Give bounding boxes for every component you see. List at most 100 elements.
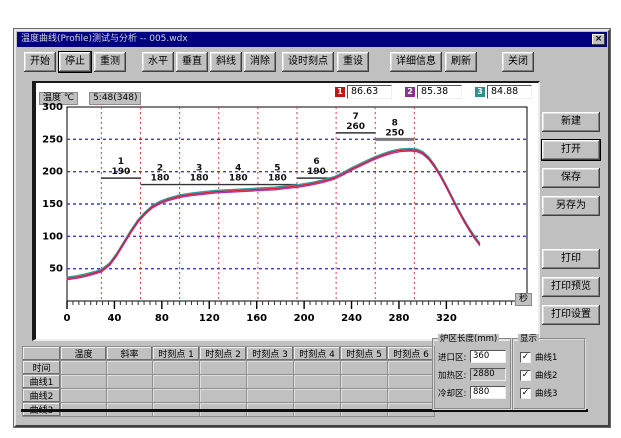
table-cell[interactable]: [388, 375, 435, 389]
title-bar[interactable]: 温度曲线(Profile)测试与分析 -- 005.wdx ×: [17, 32, 607, 47]
window-title: 温度曲线(Profile)测试与分析 -- 005.wdx: [21, 34, 188, 44]
oven-zone-length-group: 炉区长度(mm) 进口区:360加热区:2880冷却区:880: [432, 338, 512, 410]
legend-value-3: 84.88: [487, 85, 532, 99]
x-axis-unit-chip: 秒: [515, 293, 532, 306]
side-button-print-setup[interactable]: 打印设置: [542, 305, 600, 325]
oven-field-row: 进口区:360: [438, 350, 506, 363]
column-header: 斜率: [107, 347, 153, 361]
toolbar-button-refresh[interactable]: 刷新: [445, 52, 477, 72]
checkbox-1[interactable]: ✓: [520, 352, 531, 363]
legend-color-swatch-2: 2: [405, 87, 415, 97]
side-button-new[interactable]: 新建: [542, 112, 600, 132]
zone-number-1: 1: [118, 157, 124, 167]
row-label: 时间: [23, 361, 61, 375]
toolbar-button-vertical[interactable]: 垂直: [176, 52, 208, 72]
column-header: 时刻点 2: [200, 347, 247, 361]
oven-field-input[interactable]: 360: [470, 350, 506, 363]
x-tick-label-80: 80: [155, 313, 169, 324]
table-cell[interactable]: [341, 375, 388, 389]
table-cell[interactable]: [341, 389, 388, 403]
column-header: 时刻点 6: [388, 347, 435, 361]
toolbar-button-details[interactable]: 详细信息: [390, 52, 442, 72]
zone-settemp-1: 190: [112, 167, 131, 177]
toolbar-button-stop[interactable]: 停止: [59, 52, 91, 72]
table-cell[interactable]: [247, 375, 294, 389]
y-tick-label-50: 50: [49, 264, 63, 275]
table-cell[interactable]: [294, 375, 341, 389]
toolbar-button-remeasure[interactable]: 重测: [94, 52, 126, 72]
x-tick-label-320: 320: [436, 313, 457, 324]
side-button-print-preview[interactable]: 打印预览: [542, 277, 600, 297]
toolbar-button-close[interactable]: 关闭: [502, 52, 534, 72]
toolbar-button-horizontal[interactable]: 水平: [142, 52, 174, 72]
toolbar-button-set-timepoints[interactable]: 设时刻点: [282, 52, 334, 72]
table-cell[interactable]: [388, 361, 435, 375]
table-row: 曲线1: [23, 375, 435, 389]
legend-value-1: 86.63: [347, 85, 392, 99]
checkbox-3[interactable]: ✓: [520, 388, 531, 399]
legend-color-swatch-3: 3: [475, 87, 485, 97]
table-cell[interactable]: [153, 375, 200, 389]
close-icon[interactable]: ×: [592, 34, 605, 45]
oven-group-title: 炉区长度(mm): [438, 334, 499, 344]
y-tick-label-100: 100: [42, 231, 63, 242]
x-tick-label-0: 0: [64, 313, 71, 324]
curve-visibility-row: ✓曲线1: [520, 351, 557, 363]
x-tick-label-120: 120: [199, 313, 220, 324]
table-cell[interactable]: [107, 375, 153, 389]
table-cell[interactable]: [153, 361, 200, 375]
side-button-save[interactable]: 保存: [542, 168, 600, 188]
table-cell[interactable]: [107, 389, 153, 403]
x-tick-label-160: 160: [246, 313, 267, 324]
legend-value-2: 85.38: [417, 85, 462, 99]
side-button-print[interactable]: 打印: [542, 249, 600, 269]
y-tick-label-300: 300: [42, 102, 63, 113]
table-cell[interactable]: [200, 361, 247, 375]
zone-number-4: 4: [235, 164, 241, 174]
legend-color-swatch-1: 1: [335, 87, 345, 97]
toolbar-button-start[interactable]: 开始: [24, 52, 56, 72]
zone-settemp-7: 260: [346, 122, 365, 132]
table-cell[interactable]: [388, 389, 435, 403]
table-cell[interactable]: [200, 389, 247, 403]
oven-field-input: 2880: [470, 368, 506, 381]
table-cell[interactable]: [247, 361, 294, 375]
side-button-save-as[interactable]: 另存为: [542, 196, 600, 216]
legend-item-2: 285.38: [405, 85, 462, 99]
oven-field-input[interactable]: 880: [470, 386, 506, 399]
toolbar-button-erase[interactable]: 消除: [244, 52, 276, 72]
zone-number-7: 7: [353, 112, 359, 122]
zone-settemp-4: 180: [229, 174, 248, 184]
table-row: 曲线2: [23, 389, 435, 403]
zone-settemp-6: 190: [307, 167, 326, 177]
oven-field-row: 冷却区:880: [438, 386, 506, 399]
toolbar-button-reset[interactable]: 重设: [337, 52, 369, 72]
table-cell[interactable]: [61, 361, 107, 375]
table-cell[interactable]: [294, 389, 341, 403]
table-cell[interactable]: [294, 361, 341, 375]
table-cell[interactable]: [61, 375, 107, 389]
column-header: 时刻点 4: [294, 347, 341, 361]
zone-number-3: 3: [196, 164, 202, 174]
table-cell[interactable]: [247, 389, 294, 403]
table-cell[interactable]: [61, 389, 107, 403]
zone-settemp-8: 250: [385, 128, 404, 138]
legend-item-1: 186.63: [335, 85, 392, 99]
column-header: 时刻点 5: [341, 347, 388, 361]
y-tick-label-200: 200: [42, 167, 63, 178]
table-cell[interactable]: [341, 361, 388, 375]
toolbar-button-slant[interactable]: 斜线: [210, 52, 242, 72]
zone-settemp-2: 180: [151, 174, 170, 184]
checkbox-2[interactable]: ✓: [520, 370, 531, 381]
table-cell[interactable]: [107, 361, 153, 375]
oven-field-label: 冷却区:: [438, 387, 470, 399]
column-header: 时刻点 3: [247, 347, 294, 361]
table-cell[interactable]: [153, 389, 200, 403]
curve-visibility-row: ✓曲线2: [520, 369, 557, 381]
side-button-open[interactable]: 打开: [542, 140, 600, 160]
legend-item-3: 384.88: [475, 85, 532, 99]
toolbar: 开始停止重测水平垂直斜线消除设时刻点重设 详细信息刷新 关闭: [24, 50, 602, 74]
table-cell[interactable]: [200, 375, 247, 389]
y-tick-label-150: 150: [42, 199, 63, 210]
x-tick-label-240: 240: [341, 313, 362, 324]
